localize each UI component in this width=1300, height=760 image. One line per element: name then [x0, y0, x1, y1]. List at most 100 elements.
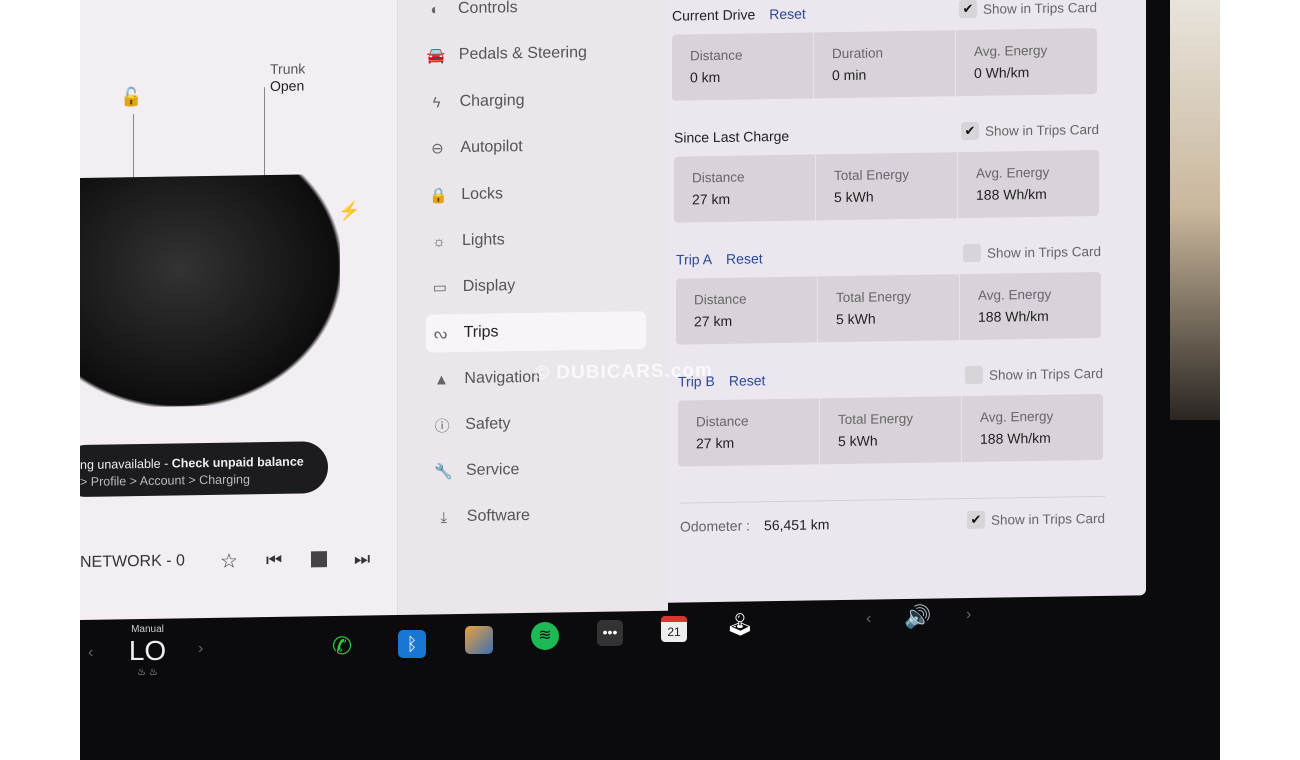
menu-item-software[interactable]: ⤓ Software: [429, 495, 649, 536]
climate-control[interactable]: Manual LO ♨ ♨: [125, 624, 170, 678]
settings-menu: ◐ Controls 🚘 Pedals & Steering ϟ Charging ⊖ Aut…: [398, 0, 668, 616]
stat-value: 0 km: [690, 68, 721, 86]
defrost-icon[interactable]: ♨ ♨: [125, 667, 170, 678]
temp-right-chevron-icon[interactable]: ›: [198, 640, 203, 658]
stat-value: 188 Wh/km: [978, 307, 1049, 325]
volume-right-chevron-icon[interactable]: ›: [966, 606, 971, 624]
notification-link[interactable]: Check unpaid balance: [172, 454, 304, 470]
show-in-trips-card-checkbox[interactable]: ✔ Show in Trips Card: [966, 509, 1105, 530]
menu-item-locks[interactable]: 🔒 Locks: [423, 173, 643, 214]
photo: Trunk Open 🔓 ⚡ ng unavailable - Check unp…: [80, 0, 1220, 760]
stat-label: Distance: [694, 291, 747, 308]
stat-value: 5 kWh: [834, 188, 874, 206]
show-in-trips-card-checkbox[interactable]: Show in Trips Card: [962, 242, 1101, 263]
wrench-icon: 🔧: [434, 463, 453, 481]
more-apps-icon[interactable]: •••: [597, 620, 623, 646]
stat-label: Total Energy: [838, 410, 914, 428]
show-in-trips-card-checkbox[interactable]: ✔ Show in Trips Card: [960, 120, 1099, 141]
checkbox-empty: [964, 365, 983, 385]
stat-value: 0 min: [832, 66, 867, 84]
menu-item-lights[interactable]: ☼ Lights: [424, 219, 644, 260]
menu-item-controls[interactable]: ◐ Controls: [420, 0, 640, 29]
stat-label: Avg. Energy: [978, 286, 1052, 303]
checkbox-label: Show in Trips Card: [984, 121, 1099, 139]
trip-stat: Avg. Energy 0 Wh/km: [956, 28, 1097, 96]
trip-stats-card: Distance 0 km Duration 0 min Avg. Energy 0 Wh…: [672, 28, 1097, 101]
show-in-trips-card-checkbox[interactable]: ✔ Show in Trips Card: [958, 0, 1097, 19]
menu-item-display[interactable]: ▭ Display: [425, 265, 645, 306]
notification-path: > Profile > Account > Charging: [80, 472, 250, 489]
trip-stat: Total Energy 5 kWh: [818, 274, 960, 343]
toybox-icon[interactable]: [465, 626, 493, 654]
phone-icon[interactable]: ✆: [332, 632, 352, 661]
menu-item-charging[interactable]: ϟ Charging: [422, 80, 642, 121]
trip-stat: Total Energy 5 kWh: [816, 152, 958, 221]
stat-label: Duration: [832, 45, 884, 62]
trip-stat: Distance 27 km: [678, 398, 820, 467]
calendar-icon[interactable]: 21: [661, 616, 687, 642]
stat-label: Total Energy: [834, 166, 910, 184]
reset-button[interactable]: Reset: [769, 6, 806, 23]
section-title: Since Last Charge: [674, 127, 790, 146]
checkbox-label: Show in Trips Card: [982, 0, 1097, 17]
temp-left-chevron-icon[interactable]: ‹: [88, 644, 93, 662]
stat-label: Distance: [696, 413, 749, 430]
climate-mode: Manual: [131, 624, 164, 635]
odometer-value: 56,451 km: [764, 516, 830, 534]
stat-label: Distance: [690, 47, 743, 64]
temperature: LO: [128, 635, 167, 666]
trip-section: Trip A Reset Show in Trips Card Distance 2…: [676, 242, 1101, 345]
volume-left-chevron-icon[interactable]: ‹: [866, 610, 871, 628]
display-icon: ▭: [432, 279, 447, 297]
trip-stat: Avg. Energy 188 Wh/km: [962, 394, 1103, 462]
spotify-icon[interactable]: ≋: [531, 622, 559, 650]
menu-item-autopilot[interactable]: ⊖ Autopilot: [422, 126, 642, 167]
charge-port-bolt-icon[interactable]: ⚡: [338, 201, 360, 222]
trunk-label[interactable]: Trunk Open: [270, 60, 305, 95]
menu-item-label: Lights: [462, 231, 505, 249]
volume-icon[interactable]: 🔊: [904, 604, 931, 630]
menu-item-trips[interactable]: ᔓ Trips: [425, 311, 646, 353]
star-icon[interactable]: ☆: [220, 548, 238, 573]
menu-item-service[interactable]: 🔧 Service: [428, 449, 648, 490]
car-image: [80, 173, 340, 409]
menu-item-label: Display: [462, 277, 516, 295]
trip-stats-card: Distance 27 km Total Energy 5 kWh Avg. Energ…: [678, 393, 1103, 467]
trip-stat: Distance 27 km: [676, 276, 818, 345]
trip-stat: Distance 0 km: [672, 32, 814, 101]
menu-item-pedals-steering[interactable]: 🚘 Pedals & Steering: [421, 33, 641, 74]
steering-wheel-icon: ⊖: [431, 140, 444, 158]
reset-button[interactable]: Reset: [729, 372, 766, 389]
trunk-line: [264, 87, 265, 183]
menu-item-safety[interactable]: ⓘ Safety: [427, 403, 647, 444]
car-panel: Trunk Open 🔓 ⚡ ng unavailable - Check unp…: [80, 0, 398, 621]
trip-section: Current Drive Reset ✔ Show in Trips Card D…: [672, 0, 1097, 101]
toggle-icon: ◐: [430, 0, 440, 18]
arcade-joystick-icon[interactable]: 🕹: [726, 612, 754, 638]
watermark: © DUBICARS.com: [535, 360, 713, 384]
previous-icon[interactable]: ⏮: [266, 549, 282, 570]
stat-label: Avg. Energy: [974, 42, 1048, 59]
menu-item-label: Trips: [463, 323, 499, 341]
unlock-icon[interactable]: 🔓: [120, 87, 142, 108]
stop-icon[interactable]: [311, 551, 327, 568]
next-icon[interactable]: ⏭: [354, 548, 370, 569]
stat-label: Avg. Energy: [976, 164, 1050, 181]
alert-icon: ⓘ: [434, 417, 450, 435]
trip-stat: Avg. Energy 188 Wh/km: [960, 272, 1101, 340]
section-title: Trip A: [676, 251, 713, 268]
menu-item-label: Pedals & Steering: [458, 44, 587, 64]
trip-section: Since Last Charge ✔ Show in Trips Card Di…: [674, 120, 1099, 223]
bluetooth-icon[interactable]: ᛒ: [398, 630, 426, 658]
trip-section: Trip B Reset Show in Trips Card Distance 2…: [678, 364, 1103, 467]
stat-value: 27 km: [696, 434, 735, 452]
navigation-icon: ▲: [433, 370, 449, 388]
trunk-text: Trunk: [270, 60, 306, 78]
car-icon: 🚘: [426, 47, 446, 65]
show-in-trips-card-checkbox[interactable]: Show in Trips Card: [964, 364, 1103, 385]
reset-button[interactable]: Reset: [726, 250, 763, 267]
section-title: Current Drive: [672, 6, 756, 24]
charging-notification[interactable]: ng unavailable - Check unpaid balance > …: [80, 441, 328, 498]
stat-value: 5 kWh: [838, 432, 878, 450]
car-interior: [1170, 0, 1220, 420]
